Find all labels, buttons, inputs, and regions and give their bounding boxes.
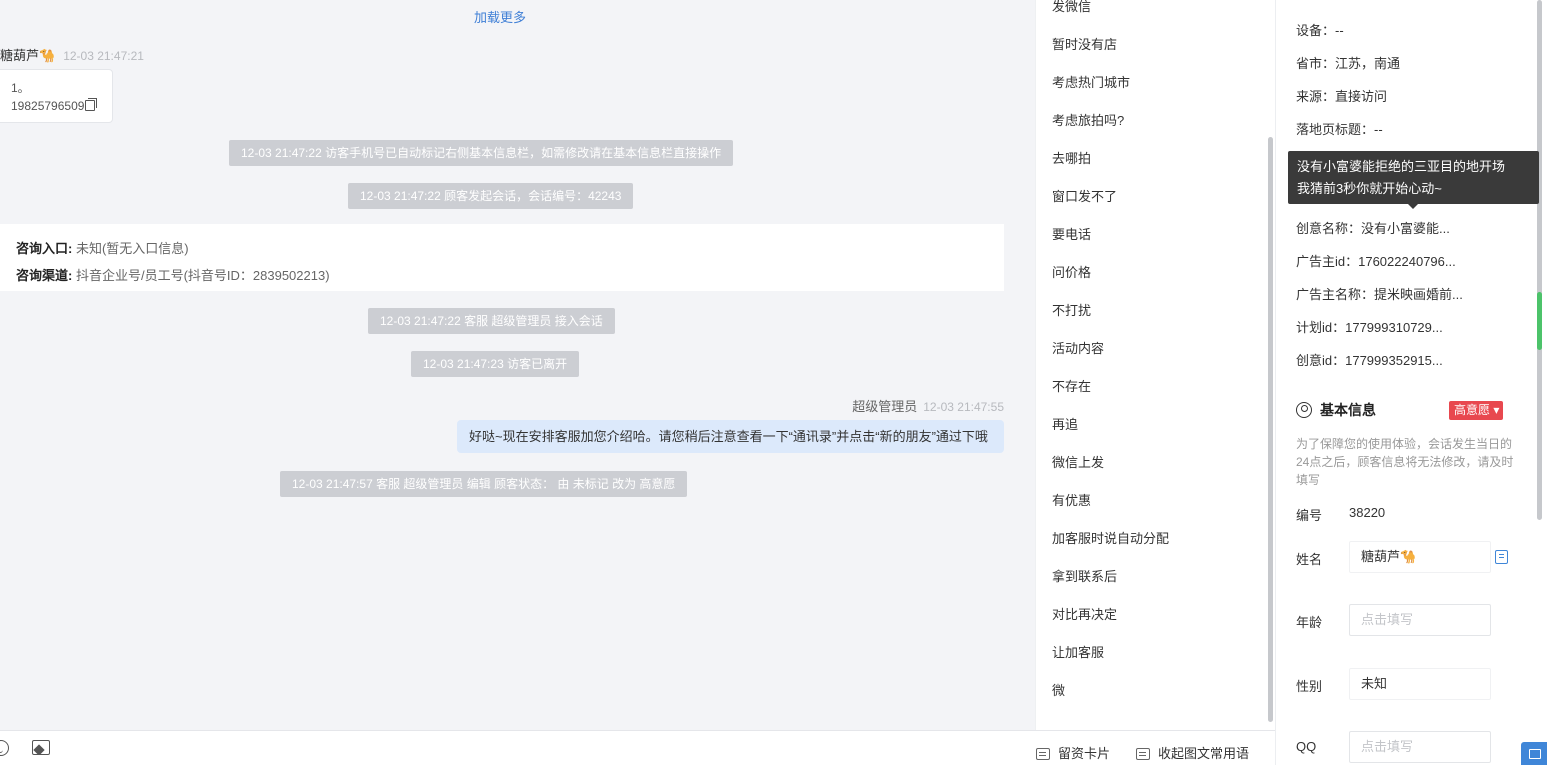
age-input[interactable]: 点击填写 <box>1349 604 1491 636</box>
consult-info-card: 咨询入口: 未知(暂无入口信息) 咨询渠道: 抖音企业号/员工号(抖音号ID：2… <box>0 224 1004 291</box>
system-message: 12-03 21:47:23 访客已离开 <box>411 351 580 377</box>
emoji-icon[interactable] <box>0 740 9 756</box>
quick-replies-scrollbar[interactable] <box>1268 137 1273 722</box>
status-badge-label: 高意愿 <box>1454 403 1491 417</box>
gender-select[interactable]: 未知 <box>1349 668 1491 700</box>
quick-reply-item[interactable]: 再追 <box>1052 414 1078 433</box>
province-field: 省市：江苏，南通 <box>1296 56 1401 71</box>
load-more-link[interactable]: 加载更多 <box>474 7 526 26</box>
message-icon <box>1036 748 1050 760</box>
customer-info-panel: 设备：-- 省市：江苏，南通 来源：直接访问 落地页标题：-- 没有小富婆能拒绝… <box>1275 0 1547 765</box>
agent-message-bubble: 好哒~现在安排客服加您介绍哈。请您稍后注意查看一下“通讯录”并点击“新的朋友”通… <box>457 420 1004 453</box>
edit-notice: 为了保障您的使用体验，会话发生当日的24点之后，顾客信息将无法修改，请及时填写 <box>1296 437 1514 487</box>
lead-card-button[interactable]: 留资卡片 <box>1036 743 1110 762</box>
number-value: 38220 <box>1349 505 1386 520</box>
info-scrollbar[interactable] <box>1537 0 1542 520</box>
chat-pane: 加载更多 糖葫芦🐪 12-03 21:47:21 1。 19825796509 1… <box>0 0 1035 730</box>
image-icon[interactable] <box>32 740 50 755</box>
edit-icon[interactable] <box>1495 550 1508 564</box>
lead-card-label: 留资卡片 <box>1058 746 1111 761</box>
age-label: 年龄 <box>1296 615 1323 630</box>
visitor-message-line1: 1。 <box>11 81 30 95</box>
visitor-sender-line: 糖葫芦🐪 12-03 21:47:21 <box>0 45 144 64</box>
gender-label: 性别 <box>1296 679 1323 694</box>
system-message: 12-03 21:47:22 顾客发起会话，会话编号：42243 <box>348 183 634 209</box>
caret-down-icon: ▾ <box>1493 403 1500 417</box>
channel-label: 咨询渠道: <box>16 268 73 283</box>
basic-info-title: 基本信息 <box>1296 400 1376 420</box>
quick-reply-item[interactable]: 去哪拍 <box>1052 148 1091 167</box>
source-field: 来源：直接访问 <box>1296 89 1388 104</box>
quick-reply-item[interactable]: 微 <box>1052 680 1065 699</box>
entry-value: 未知(暂无入口信息) <box>75 241 189 256</box>
plan-id-field: 计划id：177999310729... <box>1296 320 1443 335</box>
device-field: 设备：-- <box>1296 23 1344 38</box>
landing-title-field: 落地页标题：-- <box>1296 122 1383 137</box>
name-field[interactable]: 糖葫芦🐪 <box>1349 541 1491 573</box>
creative-name-tooltip: 没有小富婆能拒绝的三亚目的地开场 我猜前3秒你就开始心动~ <box>1288 151 1539 209</box>
quick-reply-item[interactable]: 活动内容 <box>1052 338 1104 357</box>
quick-reply-item[interactable]: 微信上发 <box>1052 452 1104 471</box>
quick-reply-item[interactable]: 要电话 <box>1052 224 1091 243</box>
advertiser-id-field: 广告主id：176022240796... <box>1296 254 1456 269</box>
channel-value: 抖音企业号/员工号(抖音号ID：2839502213) <box>75 268 330 283</box>
system-message: 12-03 21:47:22 客服 超级管理员 接入会话 <box>368 308 615 334</box>
quick-reply-item[interactable]: 有优惠 <box>1052 490 1091 509</box>
creative-name-field[interactable]: 创意名称：没有小富婆能... <box>1296 218 1450 237</box>
creative-id-field: 创意id：177999352915... <box>1296 353 1443 368</box>
copy-icon[interactable] <box>85 98 98 111</box>
tooltip-line: 我猜前3秒你就开始心动~ <box>1297 181 1442 196</box>
agent-time: 12-03 21:47:55 <box>923 400 1004 414</box>
basic-info-title-text: 基本信息 <box>1320 402 1376 418</box>
entry-label: 咨询入口: <box>16 241 73 256</box>
quick-replies-panel: 发微信 暂时没有店 考虑热门城市 考虑旅拍吗? 去哪拍 窗口发不了 要电话 问价… <box>1035 0 1275 730</box>
visitor-message-phone: 19825796509 <box>11 99 85 113</box>
name-label: 姓名 <box>1296 552 1323 567</box>
info-scrollbar-thumb[interactable] <box>1537 292 1542 350</box>
quick-reply-item[interactable]: 暂时没有店 <box>1052 34 1117 53</box>
tooltip-line: 没有小富婆能拒绝的三亚目的地开场 <box>1297 159 1506 174</box>
collapse-phrases-label: 收起图文常用语 <box>1158 746 1250 761</box>
collapse-phrases-button[interactable]: 收起图文常用语 <box>1136 743 1249 762</box>
user-circle-icon <box>1296 402 1312 418</box>
visitor-time: 12-03 21:47:21 <box>63 49 144 63</box>
message-icon <box>1136 748 1150 760</box>
advertiser-name-field: 广告主名称：提米映画婚前... <box>1296 287 1463 302</box>
number-label: 编号 <box>1296 508 1323 523</box>
status-badge[interactable]: 高意愿 ▾ <box>1449 401 1504 420</box>
quick-reply-item[interactable]: 考虑旅拍吗? <box>1052 110 1124 129</box>
visitor-name: 糖葫芦🐪 <box>0 48 56 63</box>
quick-reply-item[interactable]: 发微信 <box>1052 0 1091 15</box>
agent-sender-line: 超级管理员 12-03 21:47:55 <box>852 396 1004 415</box>
quick-reply-item[interactable]: 拿到联系后 <box>1052 566 1117 585</box>
visitor-message-bubble: 1。 19825796509 <box>0 69 113 123</box>
quick-reply-item[interactable]: 不打扰 <box>1052 300 1091 319</box>
quick-reply-item[interactable]: 对比再决定 <box>1052 604 1117 623</box>
agent-name: 超级管理员 <box>852 399 918 414</box>
system-message: 12-03 21:47:57 客服 超级管理员 编辑 顾客状态： 由 未标记 改… <box>280 471 688 497</box>
quick-reply-item[interactable]: 让加客服 <box>1052 642 1104 661</box>
qq-label: QQ <box>1296 739 1317 754</box>
chat-window-icon[interactable] <box>1521 742 1547 765</box>
quick-reply-item[interactable]: 窗口发不了 <box>1052 186 1117 205</box>
quick-reply-item[interactable]: 加客服时说自动分配 <box>1052 528 1169 547</box>
system-message: 12-03 21:47:22 访客手机号已自动标记右侧基本信息栏，如需修改请在基… <box>229 140 734 166</box>
quick-reply-item[interactable]: 问价格 <box>1052 262 1091 281</box>
input-toolbar: 留资卡片 收起图文常用语 <box>0 730 1275 765</box>
qq-input[interactable]: 点击填写 <box>1349 731 1491 763</box>
quick-reply-item[interactable]: 考虑热门城市 <box>1052 72 1130 91</box>
quick-reply-item[interactable]: 不存在 <box>1052 376 1091 395</box>
